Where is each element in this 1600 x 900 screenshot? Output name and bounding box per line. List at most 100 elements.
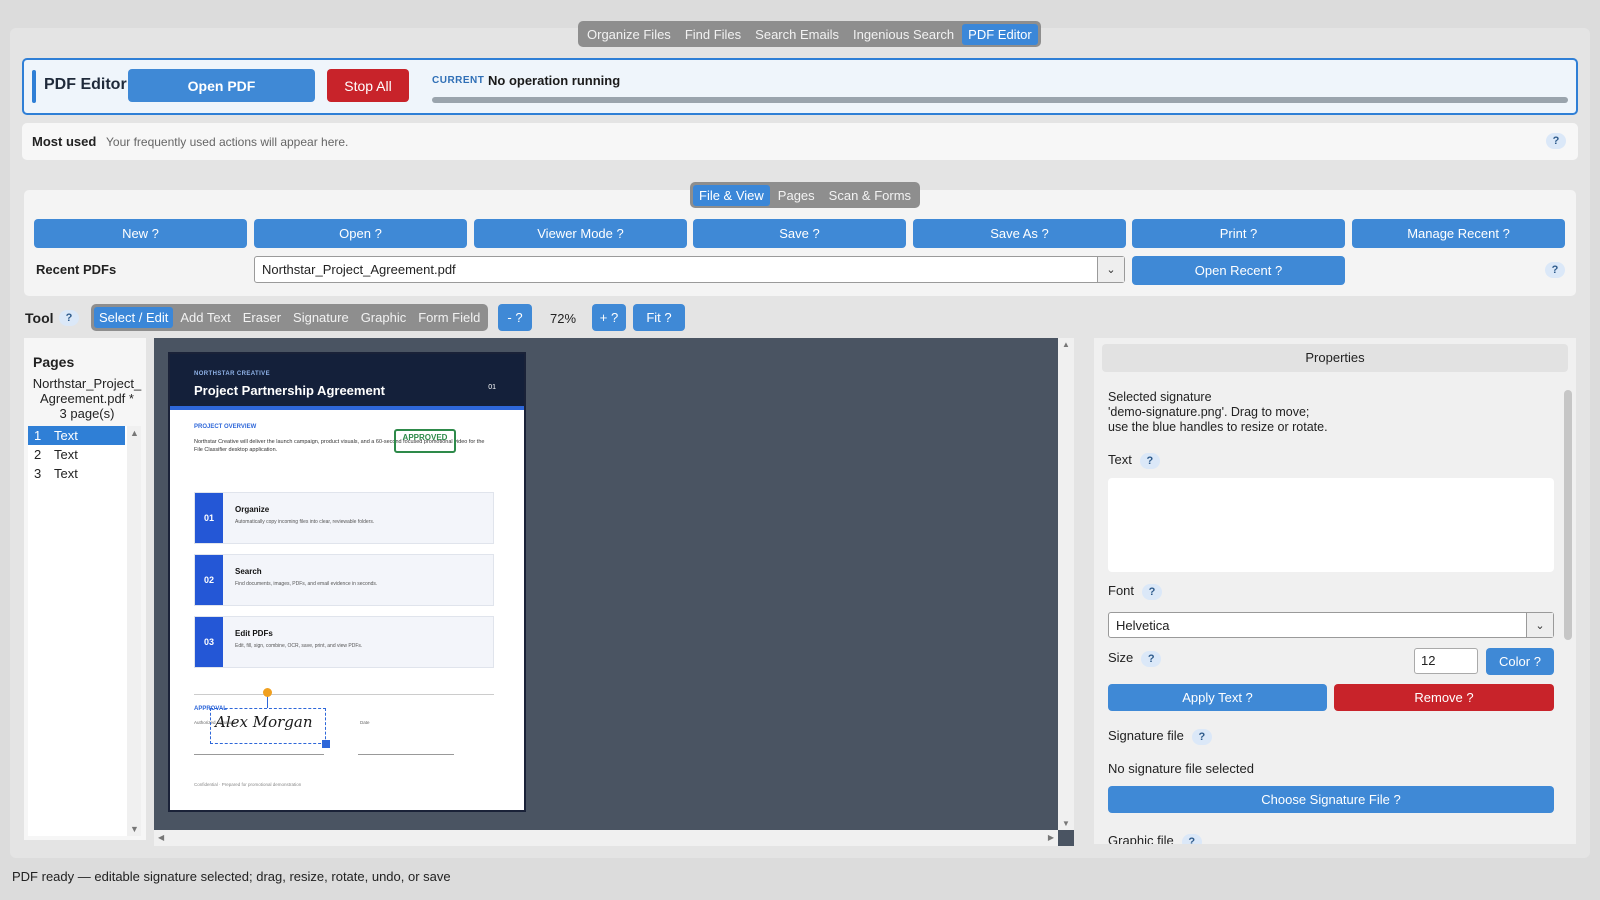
resize-handle[interactable]: [322, 740, 330, 748]
save-button[interactable]: Save ?: [693, 219, 906, 248]
pages-panel: Pages Northstar_Project_Agreement.pdf * …: [24, 338, 146, 840]
properties-panel: Properties Selected signature 'demo-sign…: [1094, 338, 1576, 844]
approved-stamp[interactable]: APPROVED: [394, 429, 456, 453]
doc-card-organize: 01 Organize Automatically copy incoming …: [194, 492, 494, 544]
subtab-file-view[interactable]: File & View: [693, 184, 770, 206]
card-desc: Edit, fill, sign, combine, OCR, save, pr…: [235, 643, 363, 649]
text-help-button[interactable]: ?: [1139, 453, 1160, 469]
graphic-file-field-label: Graphic file?: [1108, 833, 1202, 844]
manage-recent-button[interactable]: Manage Recent ?: [1352, 219, 1565, 248]
card-number: 02: [195, 555, 223, 605]
pages-scrollbar[interactable]: ▲ ▼: [127, 426, 141, 836]
remove-button[interactable]: Remove ?: [1334, 684, 1554, 711]
card-title: Edit PDFs: [235, 629, 273, 638]
size-help-button[interactable]: ?: [1141, 651, 1162, 667]
current-operation: No operation running: [488, 73, 621, 88]
tab-search-emails[interactable]: Search Emails: [749, 24, 845, 45]
card-desc: Find documents, images, PDFs, and email …: [235, 581, 378, 587]
doc-divider: [170, 406, 524, 410]
viewer-mode-button[interactable]: Viewer Mode ?: [474, 219, 687, 248]
open-recent-button[interactable]: Open Recent ?: [1132, 256, 1345, 285]
zoom-out-button[interactable]: - ?: [498, 304, 532, 331]
tool-eraser[interactable]: Eraser: [238, 307, 286, 328]
canvas-horizontal-scrollbar[interactable]: ◀ ▶: [154, 830, 1074, 846]
main-nav: Organize Files Find Files Search Emails …: [578, 21, 1041, 47]
page-number: 3: [34, 466, 42, 481]
tool-selector: Select / Edit Add Text Eraser Signature …: [91, 304, 489, 331]
font-help-button[interactable]: ?: [1142, 584, 1163, 600]
stamp-text: APPROVED: [402, 433, 448, 442]
pdf-canvas[interactable]: NORTHSTAR CREATIVE Project Partnership A…: [154, 338, 1074, 846]
save-as-button[interactable]: Save As ?: [913, 219, 1126, 248]
selection-info: Selected signature 'demo-signature.png'.…: [1108, 390, 1548, 435]
pdf-page[interactable]: NORTHSTAR CREATIVE Project Partnership A…: [168, 352, 526, 812]
scroll-corner: [1058, 830, 1074, 846]
scroll-up-icon[interactable]: ▲: [130, 428, 139, 438]
page-label: Text: [54, 447, 78, 462]
open-pdf-button[interactable]: Open PDF: [128, 69, 315, 102]
doc-page-number: 01: [488, 384, 496, 391]
fit-button[interactable]: Fit ?: [633, 304, 685, 331]
graphic-file-label: Graphic file: [1108, 833, 1174, 844]
most-used-bar: Most used Your frequently used actions w…: [22, 123, 1578, 160]
page-item-3[interactable]: 3 Text: [28, 464, 125, 483]
open-button[interactable]: Open ?: [254, 219, 467, 248]
page-item-1[interactable]: 1 Text: [28, 426, 125, 445]
choose-signature-file-button[interactable]: Choose Signature File ?: [1108, 786, 1554, 813]
scroll-down-icon[interactable]: ▼: [1062, 819, 1070, 828]
tool-signature[interactable]: Signature: [288, 307, 354, 328]
most-used-help-button[interactable]: ?: [1546, 133, 1566, 149]
chevron-down-icon[interactable]: ⌄: [1097, 257, 1124, 282]
text-label: Text: [1108, 452, 1132, 467]
properties-scrollbar[interactable]: [1564, 390, 1572, 640]
subtab-scan-forms[interactable]: Scan & Forms: [823, 185, 917, 206]
tool-select-edit[interactable]: Select / Edit: [94, 307, 174, 328]
text-field-label: Text?: [1108, 452, 1160, 469]
font-select[interactable]: Helvetica ⌄: [1108, 612, 1554, 638]
scroll-left-icon[interactable]: ◀: [158, 833, 164, 842]
font-field-label: Font?: [1108, 583, 1163, 600]
status-bar: PDF ready — editable signature selected;…: [12, 869, 451, 884]
scroll-up-icon[interactable]: ▲: [1062, 340, 1070, 349]
signature-file-field-label: Signature file?: [1108, 728, 1212, 745]
doc-title: Project Partnership Agreement: [194, 383, 385, 398]
new-button[interactable]: New ?: [34, 219, 247, 248]
properties-title: Properties: [1102, 344, 1568, 372]
recent-pdfs-select[interactable]: Northstar_Project_Agreement.pdf ⌄: [254, 256, 1125, 283]
signature-file-label: Signature file: [1108, 728, 1184, 743]
page-item-2[interactable]: 2 Text: [28, 445, 125, 464]
tool-add-text[interactable]: Add Text: [175, 307, 235, 328]
apply-text-button[interactable]: Apply Text ?: [1108, 684, 1327, 711]
tool-form-field[interactable]: Form Field: [413, 307, 485, 328]
doc-brand: NORTHSTAR CREATIVE: [194, 371, 270, 377]
signature-file-help-button[interactable]: ?: [1191, 729, 1212, 745]
subtab-pages[interactable]: Pages: [772, 185, 821, 206]
graphic-file-help-button[interactable]: ?: [1181, 834, 1202, 844]
date-label: Date: [360, 720, 370, 725]
scroll-down-icon[interactable]: ▼: [130, 824, 139, 834]
color-button[interactable]: Color ?: [1486, 648, 1554, 675]
tool-help-button[interactable]: ?: [59, 310, 79, 326]
doc-card-search: 02 Search Find documents, images, PDFs, …: [194, 554, 494, 606]
chevron-down-icon[interactable]: ⌄: [1526, 613, 1553, 637]
size-input[interactable]: 12: [1414, 648, 1478, 674]
page-count: 3 page(s): [59, 406, 115, 421]
tab-pdf-editor[interactable]: PDF Editor: [962, 23, 1038, 45]
progress-bar: [432, 97, 1568, 103]
zoom-in-button[interactable]: + ?: [592, 304, 626, 331]
scroll-right-icon[interactable]: ▶: [1048, 833, 1054, 842]
text-input[interactable]: [1108, 478, 1554, 572]
canvas-vertical-scrollbar[interactable]: ▲ ▼: [1058, 338, 1074, 830]
tab-ingenious-search[interactable]: Ingenious Search: [847, 24, 960, 45]
size-field-label: Size?: [1108, 650, 1162, 667]
pages-list: 1 Text 2 Text 3 Text ▲ ▼: [28, 426, 141, 836]
signature-file-status: No signature file selected: [1108, 761, 1254, 776]
tab-organize-files[interactable]: Organize Files: [581, 24, 677, 45]
stop-all-button[interactable]: Stop All: [327, 69, 409, 102]
tab-find-files[interactable]: Find Files: [679, 24, 747, 45]
selected-signature[interactable]: Alex Morgan: [210, 708, 326, 744]
tool-graphic[interactable]: Graphic: [356, 307, 412, 328]
file-view-help-button[interactable]: ?: [1545, 262, 1565, 278]
print-button[interactable]: Print ?: [1132, 219, 1345, 248]
rotate-handle[interactable]: [263, 688, 272, 697]
